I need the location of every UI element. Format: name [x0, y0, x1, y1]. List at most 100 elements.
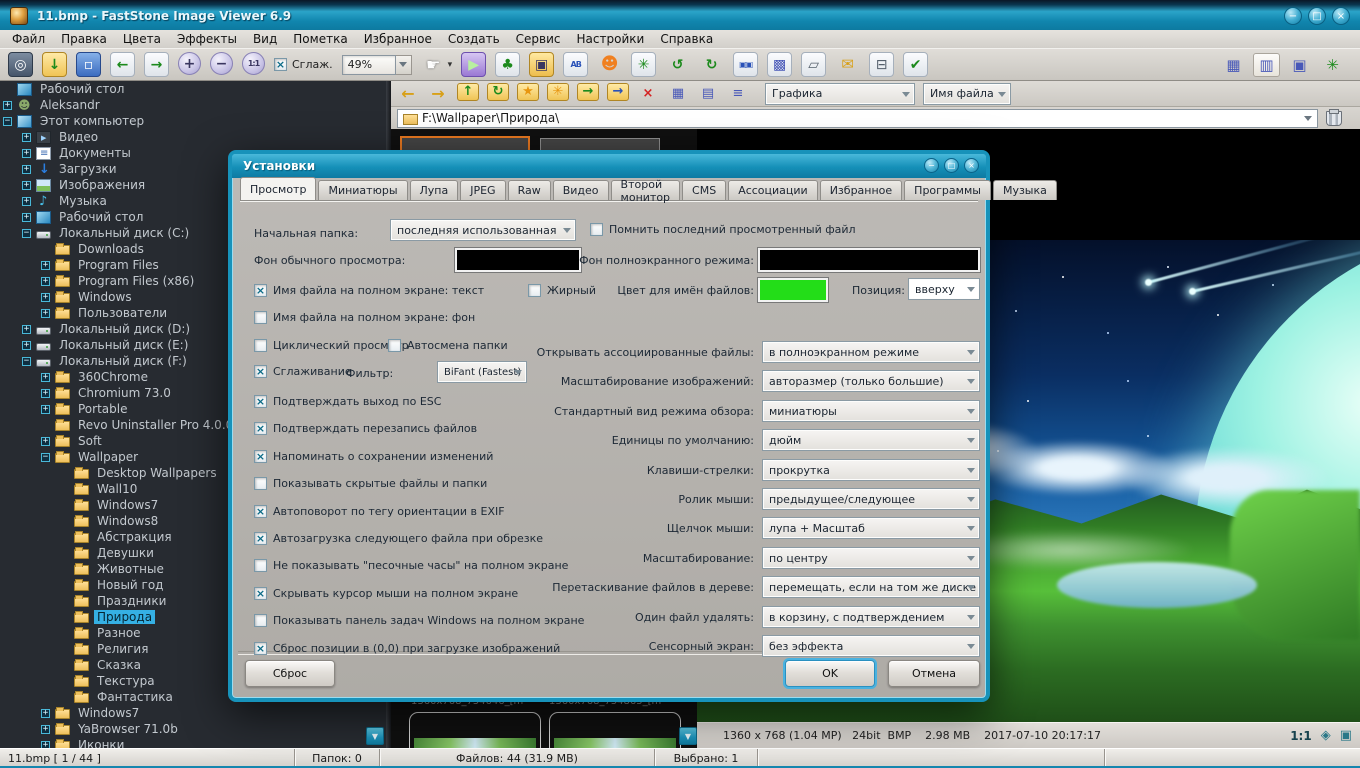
image-view-icon[interactable]: ▣	[1286, 53, 1313, 77]
rotate-left-icon[interactable]: ↺	[665, 52, 690, 77]
draw-board-icon[interactable]: АВ	[563, 52, 588, 77]
menu-item-tools[interactable]: Сервис	[508, 30, 569, 48]
windowed-view-icon[interactable]: ▥	[1253, 53, 1280, 77]
start-folder-select[interactable]: последняя использованная	[390, 219, 576, 241]
expand-icon[interactable]: +	[41, 277, 50, 286]
checkbox[interactable]: ×	[254, 395, 267, 408]
option-checkbox-row[interactable]: Показывать скрытые файлы и папки	[254, 477, 487, 490]
tree-item[interactable]: +Иконки	[0, 737, 386, 748]
tab-4[interactable]: JPEG	[460, 180, 505, 200]
tree-item[interactable]: Рабочий стол	[0, 81, 386, 97]
expand-icon[interactable]: +	[22, 197, 31, 206]
collapse-icon[interactable]: −	[22, 357, 31, 366]
option-select[interactable]: предыдущее/следующее	[762, 488, 980, 510]
checkbox[interactable]: ×	[254, 450, 267, 463]
reset-button[interactable]: Сброс	[245, 660, 335, 687]
lens-position-icon[interactable]: ◈	[1321, 728, 1331, 743]
menu-item-file[interactable]: Файл	[4, 30, 53, 48]
rotate-right-icon[interactable]: ↻	[699, 52, 724, 77]
menu-item-settings[interactable]: Настройки	[569, 30, 653, 48]
menu-item-help[interactable]: Справка	[652, 30, 721, 48]
menu-item-colors[interactable]: Цвета	[115, 30, 169, 48]
hand-tool-button[interactable]: ☛ ▾	[421, 52, 453, 77]
checkbox[interactable]	[254, 477, 267, 490]
tree-item[interactable]: +Windows7	[0, 705, 386, 721]
move-to-folder-icon[interactable]: →	[577, 83, 599, 101]
remember-last-file-option[interactable]: Помнить последний просмотренный файл	[590, 223, 856, 236]
clone-heal-icon[interactable]: ✳	[631, 52, 656, 77]
address-input[interactable]: F:\Wallpaper\Природа\	[397, 109, 1318, 128]
tree-item[interactable]: +Видео	[0, 129, 386, 145]
tree-item[interactable]: −Этот компьютер	[0, 113, 386, 129]
tab-2[interactable]: Миниатюры	[318, 180, 407, 200]
fullscreen-view-icon[interactable]: ✳	[1319, 53, 1346, 77]
option-select[interactable]: дюйм	[762, 429, 980, 451]
expand-icon[interactable]: +	[3, 101, 12, 110]
previous-image-icon[interactable]: ←	[110, 52, 135, 77]
checkbox[interactable]: ×	[254, 284, 267, 297]
list-view-icon[interactable]: ≡	[727, 83, 749, 105]
thumbnails-view-icon[interactable]: ▦	[667, 83, 689, 105]
ok-button[interactable]: OK	[785, 660, 875, 687]
crop-board-icon[interactable]: ▣	[529, 52, 554, 77]
cyclic-view-option[interactable]: Циклический просмотр	[254, 339, 409, 352]
checkbox[interactable]	[254, 559, 267, 572]
option-select[interactable]: в полноэкранном режиме	[762, 341, 980, 363]
checkbox[interactable]	[254, 339, 267, 352]
fullscreen-bg-swatch[interactable]	[758, 248, 980, 272]
option-select[interactable]: лупа + Масштаб	[762, 517, 980, 539]
favorites-folder-icon[interactable]: ★	[517, 83, 539, 101]
option-select[interactable]: авторазмер (только большие)	[762, 370, 980, 392]
checkbox[interactable]: ×	[254, 642, 267, 655]
refresh-folder-icon[interactable]: ↻	[487, 83, 509, 101]
menu-item-favorites[interactable]: Избранное	[356, 30, 440, 48]
expand-icon[interactable]: +	[22, 149, 31, 158]
expand-icon[interactable]: +	[41, 373, 50, 382]
cancel-button[interactable]: Отмена	[888, 660, 980, 687]
checkbox[interactable]: ×	[254, 587, 267, 600]
option-select[interactable]: по центру	[762, 547, 980, 569]
option-select[interactable]: в корзину, с подтверждением	[762, 606, 980, 628]
position-select[interactable]: вверху	[908, 278, 980, 300]
maximize-button[interactable]: □	[1308, 7, 1326, 25]
tab-11[interactable]: Программы	[904, 180, 991, 200]
tree-item[interactable]: +Aleksandr	[0, 97, 386, 113]
collapse-icon[interactable]: −	[22, 229, 31, 238]
zoom-level-select[interactable]: 49%	[342, 55, 412, 75]
zoom-out-icon[interactable]: −	[210, 52, 233, 75]
option-select[interactable]: перемещать, если на том же диске	[762, 576, 980, 598]
option-checkbox-row[interactable]: ×Автоповорот по тегу ориентации в EXIF	[254, 505, 505, 518]
expand-icon[interactable]: +	[22, 133, 31, 142]
tab-10[interactable]: Избранное	[820, 180, 902, 200]
zoom-dropdown-arrow[interactable]	[396, 55, 412, 75]
tab-12[interactable]: Музыка	[993, 180, 1057, 200]
copy-to-folder-icon[interactable]: →	[607, 83, 629, 101]
collapse-icon[interactable]: −	[41, 453, 50, 462]
fullscreen-filename-bg-option[interactable]: Имя файла на полном экране: фон	[254, 311, 475, 324]
menu-item-tag[interactable]: Пометка	[285, 30, 355, 48]
minimize-button[interactable]: −	[924, 158, 939, 173]
close-button[interactable]: ×	[964, 158, 979, 173]
maximize-button[interactable]: □	[944, 158, 959, 173]
minimize-button[interactable]: −	[1284, 7, 1302, 25]
address-dropdown-arrow[interactable]	[1300, 112, 1315, 125]
delete-icon[interactable]: ×	[637, 83, 659, 105]
smoothing-option[interactable]: × Сглаживание	[254, 365, 352, 378]
checkbox[interactable]: ×	[254, 365, 267, 378]
expand-icon[interactable]: +	[22, 325, 31, 334]
forward-icon[interactable]: →	[427, 83, 449, 105]
browser-view-icon[interactable]: ▦	[1220, 53, 1247, 77]
expand-icon[interactable]: +	[41, 405, 50, 414]
zoom-in-icon[interactable]: +	[178, 52, 201, 75]
slideshow-icon[interactable]: ▶	[461, 52, 486, 77]
recycle-bin-icon[interactable]	[1326, 111, 1342, 126]
expand-icon[interactable]: +	[41, 725, 50, 734]
external-programs-icon[interactable]: ✔	[903, 52, 928, 77]
expand-icon[interactable]: +	[41, 389, 50, 398]
dialog-title-bar[interactable]: Установки −□×	[232, 154, 986, 178]
option-checkbox-row[interactable]: ×Напоминать о сохранении изменений	[254, 450, 493, 463]
expand-icon[interactable]: +	[41, 293, 50, 302]
tab-7[interactable]: Второй монитор	[611, 180, 680, 200]
checkbox[interactable]	[590, 223, 603, 236]
wallpaper-icon[interactable]: ▩	[767, 52, 792, 77]
